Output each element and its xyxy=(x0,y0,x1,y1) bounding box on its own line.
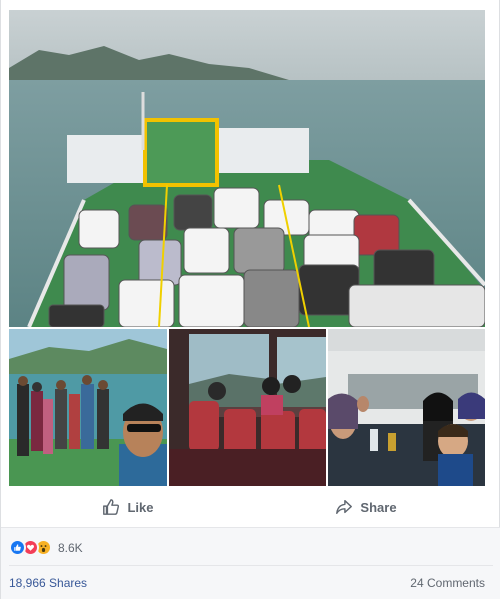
share-arrow-icon xyxy=(336,499,353,515)
share-label: Share xyxy=(360,499,397,515)
like-label: Like xyxy=(127,499,154,515)
like-button[interactable]: Like xyxy=(9,490,247,524)
ferry-deck-image xyxy=(9,10,485,327)
photo-cabin-selfie[interactable] xyxy=(328,329,485,486)
ferry-seats-image xyxy=(169,329,326,486)
share-button[interactable]: Share xyxy=(247,490,485,524)
like-icon xyxy=(9,539,26,556)
footer-divider xyxy=(9,565,493,566)
cabin-selfie-image xyxy=(328,329,485,486)
post-card: Like Share 8.6K 18,966 Shares 24 Comment… xyxy=(0,0,500,599)
photo-group-deck[interactable] xyxy=(9,329,167,486)
reaction-summary[interactable]: 8.6K xyxy=(9,539,83,556)
photo-ferry-seats[interactable] xyxy=(169,329,326,486)
shares-count[interactable]: 18,966 Shares xyxy=(9,576,87,590)
comments-count[interactable]: 24 Comments xyxy=(410,576,485,590)
reaction-count[interactable]: 8.6K xyxy=(58,541,83,555)
thumbs-up-icon xyxy=(103,499,120,515)
photo-ferry-deck[interactable] xyxy=(9,10,485,327)
group-deck-image xyxy=(9,329,167,486)
post-actions: Like Share xyxy=(9,488,485,526)
